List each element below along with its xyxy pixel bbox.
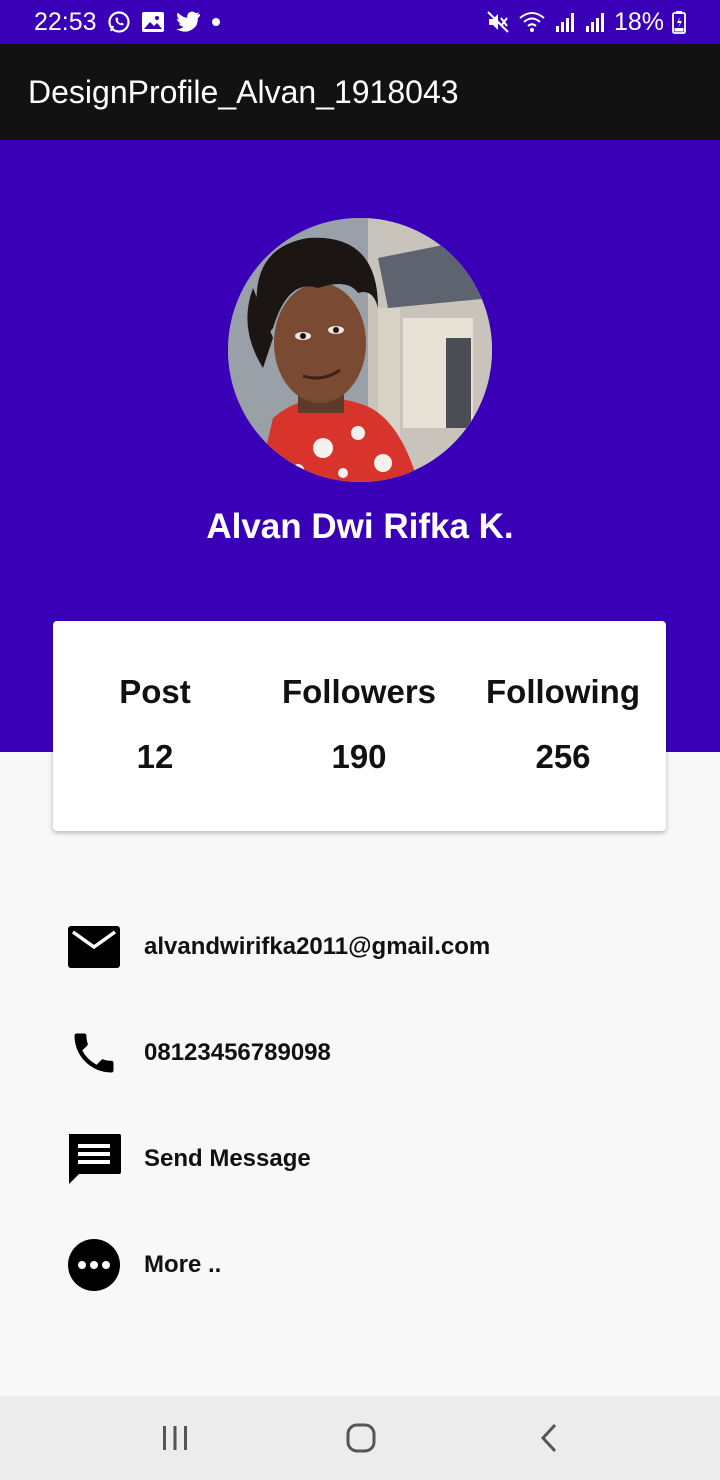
stat-label: Post [119, 673, 191, 710]
stat-followers[interactable]: Followers 190 [257, 673, 461, 776]
stat-value: 256 [535, 738, 591, 775]
contact-more[interactable]: More .. [66, 1235, 666, 1295]
nav-bar [0, 1396, 720, 1480]
battery-percent: 18% [613, 7, 664, 36]
message-icon [66, 1131, 122, 1187]
contact-email[interactable]: alvandwirifka2011@gmail.com [66, 917, 666, 977]
more-icon [66, 1237, 122, 1293]
status-bar: 22:53 18% [0, 0, 720, 44]
stat-label: Following [486, 673, 640, 710]
contact-label: 08123456789098 [144, 1039, 331, 1066]
stat-following[interactable]: Following 256 [461, 673, 665, 776]
app-title: DesignProfile_Alvan_1918043 [28, 73, 459, 110]
contact-label: Send Message [144, 1145, 311, 1172]
recent-apps-icon[interactable] [145, 1412, 205, 1464]
stat-value: 190 [331, 738, 387, 775]
stat-post[interactable]: Post 12 [53, 673, 257, 776]
contact-label: alvandwirifka2011@gmail.com [144, 933, 491, 960]
mute-icon [486, 10, 510, 34]
email-icon [66, 919, 122, 975]
home-icon[interactable] [331, 1412, 391, 1464]
stats-card: Post 12 Followers 190 Following 256 [53, 621, 666, 831]
contact-phone[interactable]: 08123456789098 [66, 1023, 666, 1083]
battery-icon [672, 10, 686, 34]
avatar-photo [228, 218, 492, 482]
status-bar-right: 18% [486, 8, 686, 37]
signal-icon [584, 11, 606, 33]
contact-message[interactable]: Send Message [66, 1129, 666, 1189]
stat-value: 12 [136, 738, 174, 775]
gallery-icon [141, 11, 165, 33]
whatsapp-icon [107, 10, 131, 34]
stat-label: Followers [281, 673, 437, 710]
wifi-icon [518, 10, 546, 34]
status-bar-left: 22:53 [34, 8, 221, 37]
twitter-icon [175, 11, 201, 33]
contact-label: More .. [144, 1251, 222, 1278]
back-icon[interactable] [519, 1412, 579, 1464]
dot-icon [211, 17, 221, 27]
clock: 22:53 [34, 7, 97, 36]
app-bar: DesignProfile_Alvan_1918043 [0, 44, 720, 140]
profile-name: Alvan Dwi Rifka K. [206, 507, 514, 546]
avatar[interactable] [228, 218, 492, 482]
signal-icon [554, 11, 576, 33]
phone-icon [66, 1025, 122, 1081]
